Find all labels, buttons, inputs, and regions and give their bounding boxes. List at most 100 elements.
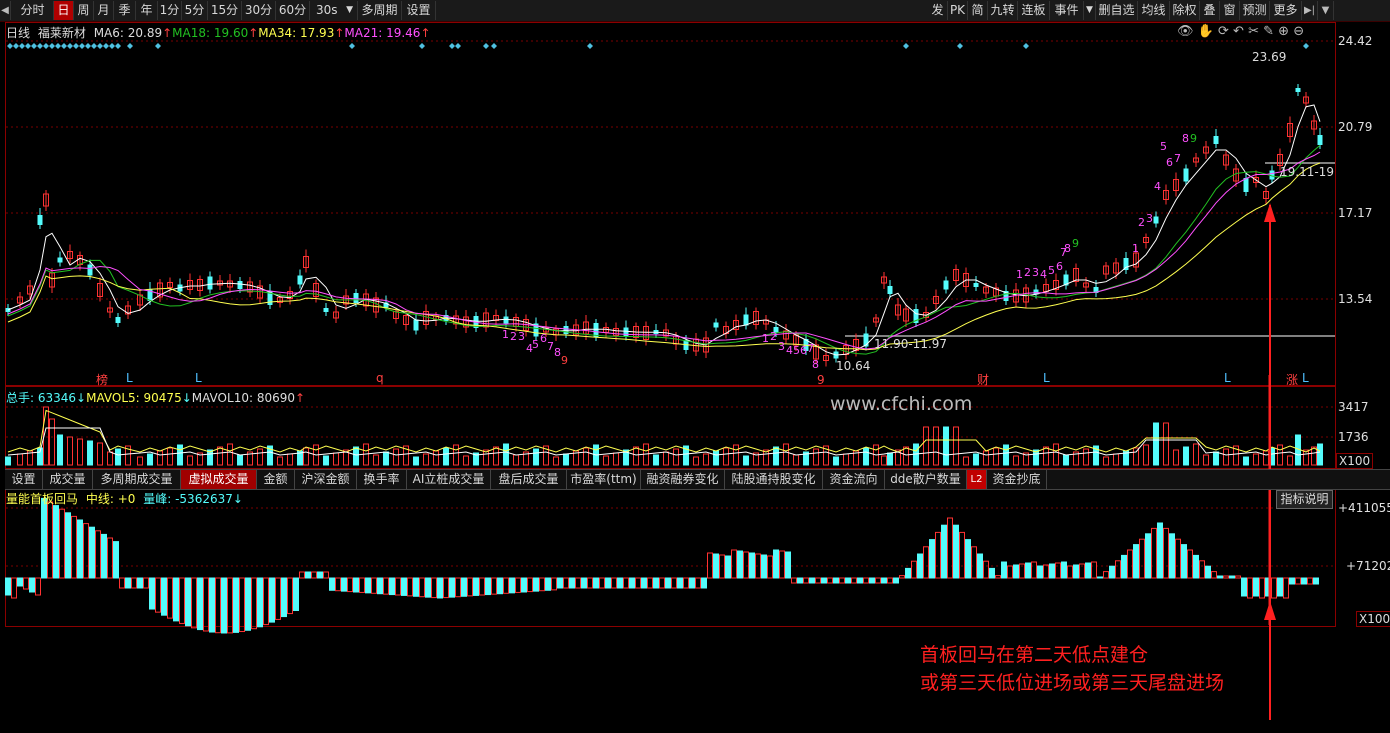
candle-body — [503, 316, 509, 324]
indicator-bar — [437, 577, 443, 599]
indicator-bar — [1067, 565, 1073, 579]
signal-diamond — [903, 43, 909, 49]
indicator-bar — [785, 551, 791, 579]
tab-fund-flow[interactable]: 资金流向 — [823, 470, 885, 489]
volume-bar — [137, 456, 143, 466]
indicator-bar — [923, 546, 929, 579]
candle-body — [237, 281, 243, 289]
event-marker[interactable]: L — [126, 371, 133, 385]
nine-turn-digit: 9 — [1190, 132, 1197, 145]
nine-turn-digit: 2 — [510, 330, 517, 343]
indicator-bar — [149, 577, 155, 610]
volume-bar — [147, 453, 153, 466]
indicator-bar — [611, 577, 617, 589]
arrow-head — [1264, 601, 1276, 620]
down-arrow-icon: ↓ — [76, 391, 87, 405]
indicator-bar — [1001, 561, 1007, 579]
volume-bar — [383, 451, 389, 466]
volume-bar — [1103, 456, 1109, 466]
indicator-bar — [287, 577, 293, 615]
candle-body — [973, 283, 979, 287]
indicator-bar — [1247, 577, 1253, 599]
volume-bar — [983, 450, 989, 466]
tab-after-hours-volume[interactable]: 盘后成交量 — [491, 470, 567, 489]
price-axis-label: 17.17 — [1338, 206, 1373, 220]
volume-bar — [613, 452, 619, 466]
indicator-bar — [377, 577, 383, 595]
candle-body — [1213, 136, 1219, 144]
event-marker[interactable]: L — [195, 371, 202, 385]
event-marker[interactable]: L — [1043, 371, 1050, 385]
volume-bar — [157, 450, 163, 466]
tab-northbound-holding[interactable]: 陆股通持股变化 — [725, 470, 823, 489]
volume-bar — [1063, 454, 1069, 466]
event-marker[interactable]: 榜 — [96, 371, 108, 388]
volume-bar — [107, 451, 113, 466]
event-marker[interactable]: L — [1224, 371, 1231, 385]
indicator-bar — [1145, 533, 1151, 579]
candle-body — [1153, 216, 1159, 224]
candle-body — [37, 215, 43, 225]
indicator-bar — [257, 577, 263, 628]
indicator-bar — [989, 567, 995, 579]
indicator-bar — [47, 501, 53, 579]
indicator-bar — [899, 575, 905, 579]
indicator-bar — [401, 577, 407, 596]
signal-diamond — [109, 43, 115, 49]
tab-fund-bottom[interactable]: 资金抄底 — [987, 470, 1047, 489]
indicator-bar — [557, 577, 563, 589]
tab-turnover[interactable]: 换手率 — [357, 470, 407, 489]
nine-turn-digit: 9 — [561, 354, 568, 367]
nine-turn-digit: 4 — [786, 344, 793, 357]
indicator-help-button[interactable]: 指标说明 — [1276, 490, 1333, 509]
event-marker[interactable]: q — [376, 371, 384, 385]
indicator-bar — [239, 577, 245, 633]
indicator-bar — [1283, 577, 1289, 599]
tab-amount[interactable]: 金额 — [257, 470, 295, 489]
indicator-bar — [1025, 562, 1031, 579]
indicator-bar — [815, 577, 821, 584]
price-axis-label: 13.54 — [1338, 292, 1373, 306]
indicator-bar — [1073, 564, 1079, 579]
indicator-bar — [593, 577, 599, 589]
volume-bar — [563, 453, 569, 466]
indicator-bar — [1289, 577, 1295, 585]
indicator-bar — [119, 577, 125, 589]
indicator-bar — [827, 577, 833, 584]
tab-volume[interactable]: 成交量 — [43, 470, 93, 489]
volume-bar — [277, 456, 283, 466]
nine-turn-digit: 3 — [1146, 212, 1153, 225]
down-arrow-icon: ↓ — [181, 391, 192, 405]
indicator-bar — [473, 577, 479, 596]
event-marker[interactable]: L — [1302, 371, 1309, 385]
indicator-bar — [323, 571, 329, 579]
indicator-bar — [1259, 577, 1265, 599]
candle-body — [1317, 135, 1323, 145]
indicator-bar — [677, 577, 683, 589]
tab-virtual-volume[interactable]: 虚拟成交量 — [181, 470, 257, 489]
indicator-bar — [1151, 527, 1157, 579]
signal-diamond — [155, 43, 161, 49]
tab-multi-period-volume[interactable]: 多周期成交量 — [93, 470, 181, 489]
tab-dde-retail[interactable]: dde散户数量 — [885, 470, 967, 489]
event-marker[interactable]: 9 — [817, 373, 825, 387]
candle-body — [115, 317, 121, 323]
volume-bar — [413, 456, 419, 466]
volume-bar — [1263, 450, 1269, 466]
candle-body — [297, 275, 303, 285]
event-marker[interactable]: 财 — [977, 371, 989, 388]
signal-diamond — [419, 43, 425, 49]
indicator-bar — [1061, 561, 1067, 579]
nine-turn-digit: 8 — [1064, 242, 1071, 255]
volume-axis-label: 3417 — [1338, 400, 1369, 414]
indicator-bar — [1007, 565, 1013, 579]
mavol5-value: MAVOL5: 90475 — [86, 391, 182, 405]
volume-bar — [77, 438, 83, 466]
tab-pe-ttm[interactable]: 市盈率(ttm) — [567, 470, 641, 489]
event-marker[interactable]: 涨 — [1286, 371, 1298, 388]
tab-ai-volume[interactable]: AI立桩成交量 — [407, 470, 491, 489]
tab-margin-change[interactable]: 融资融券变化 — [641, 470, 725, 489]
tab-settings[interactable]: 设置 — [5, 470, 43, 489]
tab-hs-amount[interactable]: 沪深金额 — [295, 470, 357, 489]
indicator-bar — [395, 577, 401, 596]
